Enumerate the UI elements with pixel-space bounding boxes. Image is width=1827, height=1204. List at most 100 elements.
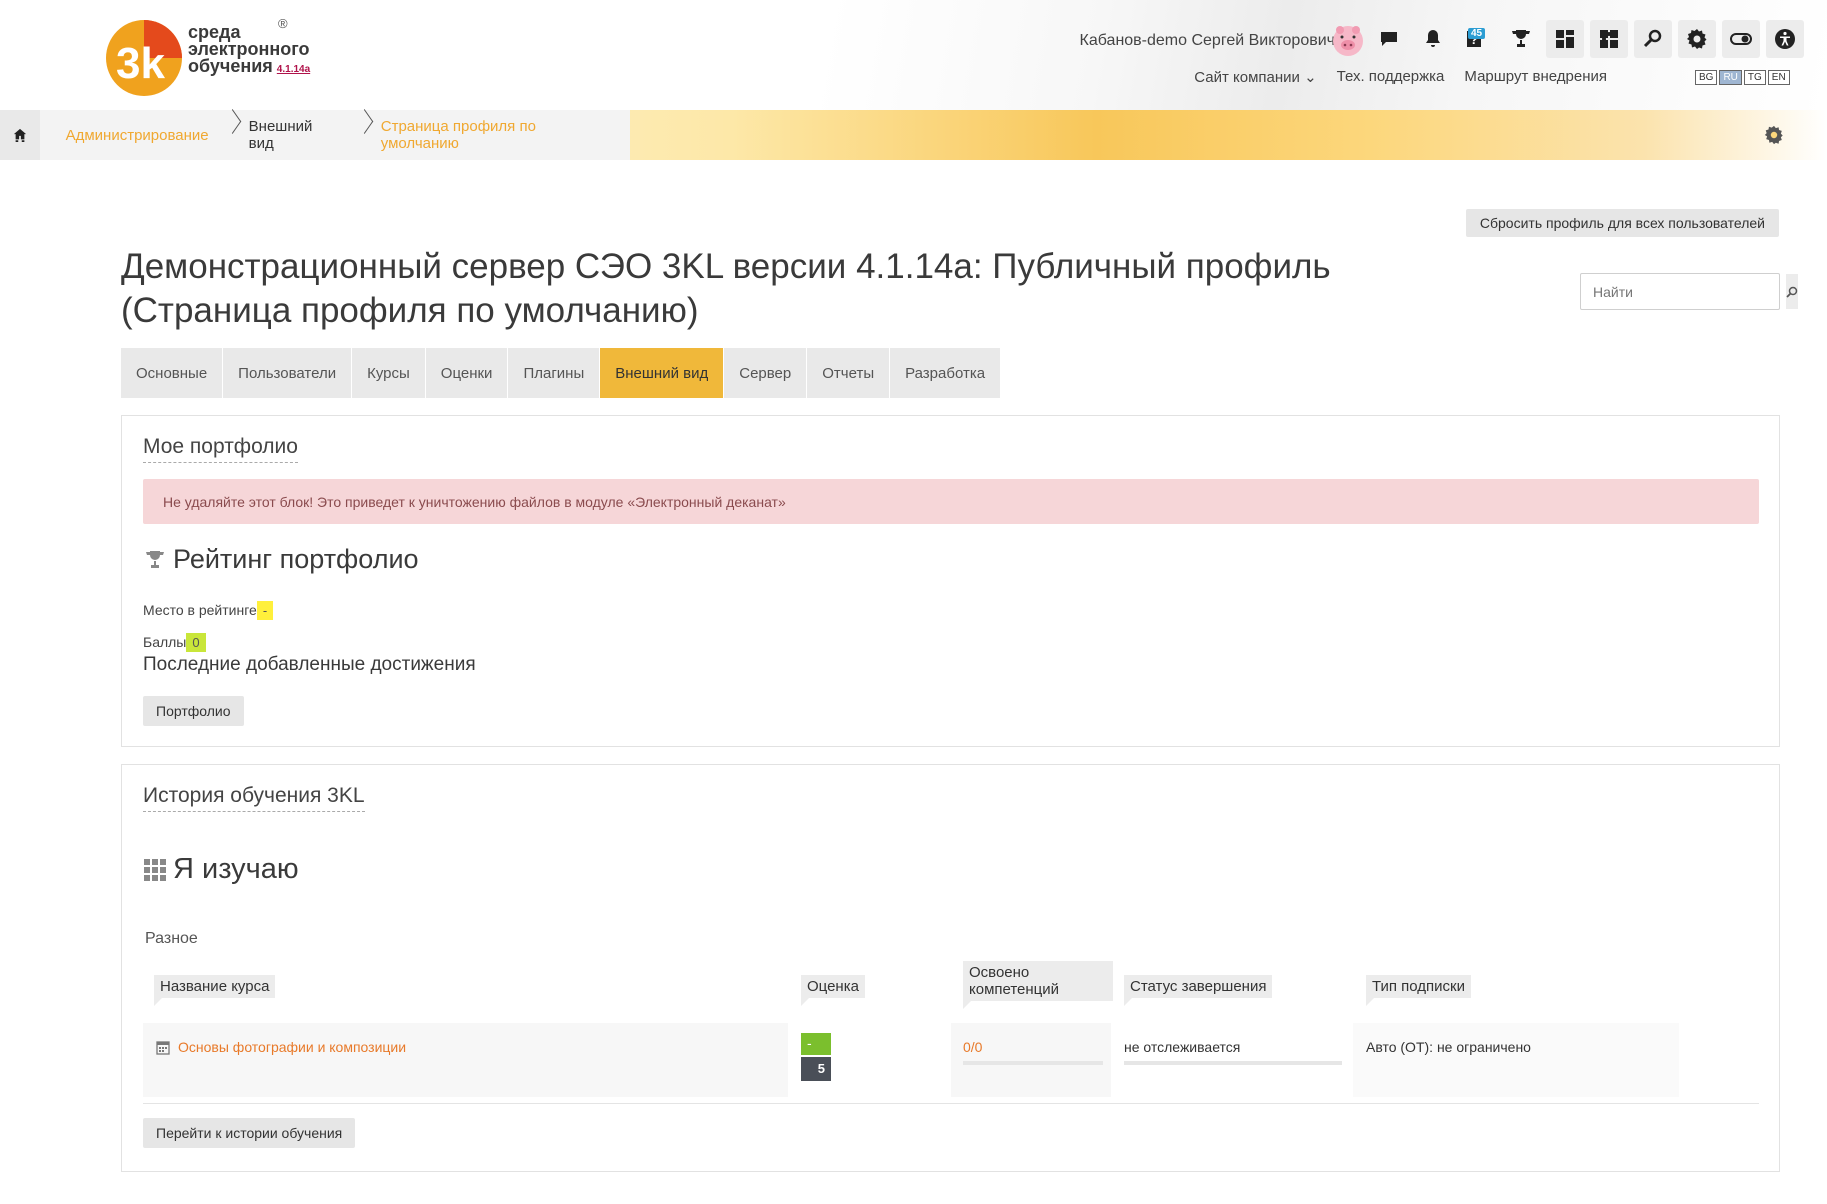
puzzle-icon	[1600, 30, 1618, 48]
column-competencies-line-2: компетенций	[969, 981, 1060, 998]
help-button[interactable]: ?	[1458, 20, 1496, 58]
course-row-name-cell	[143, 1023, 788, 1097]
svg-text:3k: 3k	[116, 39, 165, 88]
gear-icon	[1687, 29, 1707, 49]
learning-history-block: История обучения 3KL Я изучаю Разное Наз…	[121, 764, 1780, 1172]
reset-profile-button[interactable]: Сбросить профиль для всех пользователей	[1465, 209, 1779, 237]
breadcrumb-administration[interactable]: Администрирование	[40, 127, 223, 144]
toggle-icon	[1730, 33, 1752, 45]
rating-place-label: Место в рейтинге	[143, 602, 257, 618]
admin-tabs: Основные Пользователи Курсы Оценки Плаги…	[121, 348, 1001, 398]
logo-version: 4.1.14a	[276, 64, 311, 75]
studying-title: Я изучаю	[173, 853, 299, 885]
course-row-subscription-cell	[1353, 1023, 1679, 1097]
dashboard-button[interactable]	[1546, 20, 1584, 58]
competencies-progress-bar	[963, 1061, 1103, 1065]
breadcrumb-appearance[interactable]: Внешний вид	[223, 118, 355, 152]
breadcrumb-default-profile[interactable]: Страница профиля по умолчанию	[355, 118, 630, 152]
tab-server[interactable]: Сервер	[724, 348, 807, 398]
search-icon	[1643, 29, 1662, 48]
support-link[interactable]: Тех. поддержка	[1337, 68, 1445, 86]
user-avatar[interactable]	[1330, 22, 1366, 58]
tab-reports[interactable]: Отчеты	[807, 348, 890, 398]
rating-place-value: -	[256, 601, 274, 620]
portfolio-rating-heading: Рейтинг портфолио	[143, 544, 419, 575]
chat-icon	[1381, 32, 1397, 46]
accessibility-icon	[1775, 29, 1795, 49]
grid-icon	[144, 858, 166, 881]
column-competencies-line-1: Освоено	[969, 964, 1030, 981]
dashboard-icon	[1556, 30, 1574, 48]
messages-button[interactable]	[1370, 20, 1408, 58]
tab-grades[interactable]: Оценки	[425, 348, 508, 398]
row-divider	[143, 1103, 1759, 1104]
course-link[interactable]: Основы фотографии и композиции	[178, 1039, 406, 1055]
implementation-route-link[interactable]: Маршрут внедрения	[1464, 68, 1607, 86]
trophy-icon	[1512, 30, 1530, 47]
tab-development[interactable]: Разработка	[890, 348, 1001, 398]
portfolio-warning-alert: Не удаляйте этот блок! Это приведет к ун…	[143, 479, 1759, 524]
latest-achievements-heading: Последние добавленные достижения	[143, 654, 476, 675]
grade-current: -	[801, 1033, 831, 1055]
user-name[interactable]: Кабанов-demo Сергей Викторович	[1080, 32, 1335, 50]
theme-toggle-button[interactable]	[1722, 20, 1760, 58]
site-logo[interactable]: 3k ® среда электронного обучения 4.1.14a	[104, 16, 324, 100]
breadcrumb: Администрирование Внешний вид Страница п…	[0, 110, 630, 160]
completion-progress-bar	[1124, 1061, 1342, 1065]
column-grade[interactable]: Оценка	[801, 975, 865, 1006]
header-icon-bar: ?	[1370, 20, 1804, 58]
tab-users[interactable]: Пользователи	[223, 348, 352, 398]
header: 3k ® среда электронного обучения 4.1.14a …	[0, 0, 1827, 110]
logo-3k-icon: 3k	[106, 20, 182, 96]
language-switcher: BG RU TG EN	[1695, 70, 1790, 85]
rating-points-value: 0	[186, 633, 206, 652]
rating-points-label: Баллы	[143, 634, 187, 650]
home-button[interactable]	[0, 110, 40, 160]
portfolio-rating-title: Рейтинг портфолио	[173, 544, 419, 574]
tab-appearance[interactable]: Внешний вид	[600, 348, 724, 398]
rating-points: Баллы 0	[143, 633, 206, 652]
breadcrumb-bar: Администрирование Внешний вид Страница п…	[0, 110, 1827, 160]
column-competencies[interactable]: Освоено компетенций	[963, 961, 1113, 1009]
subscription-value: Авто (ОТ): не ограничено	[1366, 1039, 1531, 1055]
page-settings-gear-icon[interactable]	[1763, 124, 1785, 146]
global-search-button[interactable]	[1634, 20, 1672, 58]
rating-place: Место в рейтинге -	[143, 601, 274, 620]
portfolio-button[interactable]: Портфолио	[143, 696, 244, 726]
lang-ru[interactable]: RU	[1719, 70, 1742, 85]
learning-history-title[interactable]: История обучения 3KL	[143, 784, 365, 812]
go-to-history-button[interactable]: Перейти к истории обучения	[143, 1118, 356, 1148]
plugins-button[interactable]	[1590, 20, 1628, 58]
search-icon	[1786, 286, 1798, 298]
notifications-button[interactable]	[1414, 20, 1452, 58]
lang-bg[interactable]: BG	[1695, 70, 1718, 85]
course-calendar-icon	[156, 1041, 170, 1055]
lang-tg[interactable]: TG	[1743, 70, 1766, 85]
portfolio-block: Мое портфолио Не удаляйте этот блок! Это…	[121, 415, 1780, 747]
column-completion-status[interactable]: Статус завершения	[1124, 975, 1273, 1006]
accessibility-button[interactable]	[1766, 20, 1804, 58]
studying-heading: Я изучаю	[143, 853, 299, 886]
bell-icon	[1426, 30, 1440, 47]
competencies-value[interactable]: 0/0	[963, 1039, 982, 1055]
grade-max: 5	[801, 1057, 831, 1081]
tab-courses[interactable]: Курсы	[352, 348, 425, 398]
portfolio-block-title[interactable]: Мое портфолио	[143, 435, 298, 463]
trophy-icon	[146, 550, 164, 568]
tab-general[interactable]: Основные	[121, 348, 223, 398]
logo-text: среда электронного обучения 4.1.14a	[188, 23, 311, 78]
achievements-button[interactable]	[1502, 20, 1540, 58]
page-title: Демонстрационный сервер СЭО 3KL версии 4…	[121, 247, 1331, 330]
tab-plugins[interactable]: Плагины	[508, 348, 600, 398]
course-row-competencies-cell	[951, 1023, 1111, 1097]
admin-search-button[interactable]	[1786, 274, 1798, 309]
admin-search-input[interactable]	[1581, 274, 1786, 309]
logo-line-3: обучения 4.1.14a	[188, 57, 311, 78]
column-subscription-type[interactable]: Тип подписки	[1366, 975, 1472, 1006]
settings-button[interactable]	[1678, 20, 1716, 58]
completion-status-value: не отслеживается	[1124, 1039, 1241, 1055]
lang-en[interactable]: EN	[1767, 70, 1790, 85]
course-group-label: Разное	[145, 930, 198, 947]
column-course-name[interactable]: Название курса	[154, 975, 276, 1006]
company-site-link[interactable]: Сайт компании ⌄	[1194, 68, 1316, 86]
